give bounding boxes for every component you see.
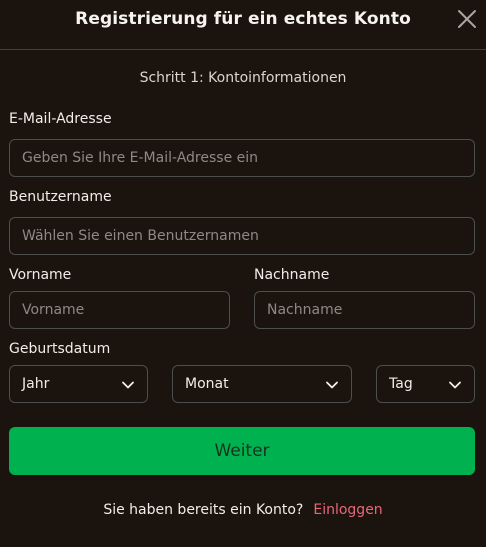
birthdate-label: Geburtsdatum <box>9 341 111 357</box>
firstname-field-wrapper <box>9 291 230 329</box>
email-field-wrapper <box>9 139 475 177</box>
chevron-down-icon <box>326 381 338 389</box>
chevron-down-icon <box>449 381 461 389</box>
year-select[interactable]: Jahr <box>9 365 148 403</box>
continue-button[interactable]: Weiter <box>9 427 475 475</box>
dialog-header: Registrierung für ein echtes Konto <box>0 0 486 50</box>
firstname-field[interactable] <box>10 292 229 328</box>
lastname-field[interactable] <box>255 292 474 328</box>
username-label: Benutzername <box>9 189 112 205</box>
lastname-field-wrapper <box>254 291 475 329</box>
email-field[interactable] <box>10 140 474 176</box>
have-account-text: Sie haben bereits ein Konto? <box>103 502 304 518</box>
lastname-label: Nachname <box>254 267 330 283</box>
year-select-value: Jahr <box>22 376 50 392</box>
step-indicator: Schritt 1: Kontoinformationen <box>139 70 347 86</box>
month-select-value: Monat <box>185 376 229 392</box>
month-select[interactable]: Monat <box>172 365 352 403</box>
firstname-label: Vorname <box>9 267 72 283</box>
close-icon[interactable] <box>455 7 479 31</box>
dialog-title: Registrierung für ein echtes Konto <box>75 9 411 29</box>
login-link[interactable]: Einloggen <box>313 502 382 518</box>
email-label: E-Mail-Adresse <box>9 111 112 127</box>
login-prompt: Sie haben bereits ein Konto? Einloggen <box>0 502 486 518</box>
username-field-wrapper <box>9 217 475 255</box>
chevron-down-icon <box>122 381 134 389</box>
day-select-value: Tag <box>389 376 413 392</box>
day-select[interactable]: Tag <box>376 365 475 403</box>
username-field[interactable] <box>10 218 474 254</box>
